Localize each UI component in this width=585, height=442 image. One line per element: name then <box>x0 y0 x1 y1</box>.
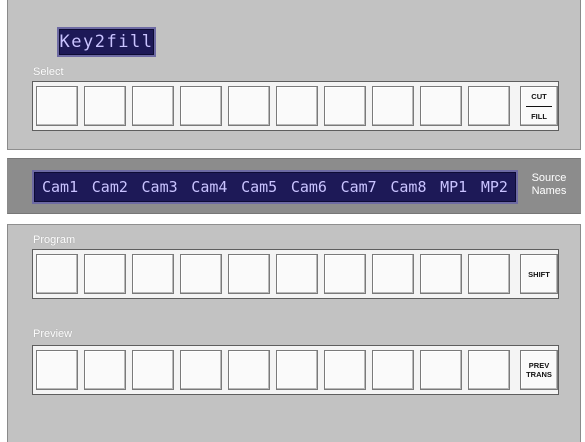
preview-button-6[interactable] <box>276 350 318 390</box>
select-button-9[interactable] <box>420 86 462 126</box>
select-button-4[interactable] <box>180 86 222 126</box>
cut-fill-divider <box>526 105 552 107</box>
select-button-10[interactable] <box>468 86 510 126</box>
program-button-8[interactable] <box>372 254 414 294</box>
shift-button[interactable]: SHIFT <box>520 254 558 294</box>
program-button-row: SHIFT <box>32 249 559 299</box>
select-button-6[interactable] <box>276 86 318 126</box>
shift-label: SHIFT <box>528 269 550 279</box>
program-button-10[interactable] <box>468 254 510 294</box>
cut-label: CUT <box>531 91 547 101</box>
source-name-4: Cam4 <box>191 178 228 196</box>
program-button-2[interactable] <box>84 254 126 294</box>
select-button-7[interactable] <box>324 86 366 126</box>
preview-button-4[interactable] <box>180 350 222 390</box>
preview-button-9[interactable] <box>420 350 462 390</box>
source-name-6: Cam6 <box>290 178 327 196</box>
select-button-row: CUT FILL <box>32 81 559 131</box>
program-button-7[interactable] <box>324 254 366 294</box>
program-button-6[interactable] <box>276 254 318 294</box>
preview-button-3[interactable] <box>132 350 174 390</box>
select-button-2[interactable] <box>84 86 126 126</box>
select-button-3[interactable] <box>132 86 174 126</box>
key-display: Key2fill <box>57 27 156 57</box>
select-button-1[interactable] <box>36 86 78 126</box>
select-button-5[interactable] <box>228 86 270 126</box>
preview-button-2[interactable] <box>84 350 126 390</box>
source-label-line2: Names <box>531 185 567 197</box>
preview-button-row: PREV TRANS <box>32 345 559 395</box>
preview-label: Preview <box>33 328 73 340</box>
preview-button-8[interactable] <box>372 350 414 390</box>
source-name-5: Cam5 <box>241 178 278 196</box>
source-name-9: MP1 <box>440 178 468 196</box>
program-button-9[interactable] <box>420 254 462 294</box>
source-name-2: Cam2 <box>91 178 128 196</box>
preview-button-5[interactable] <box>228 350 270 390</box>
source-names-display: Cam1 Cam2 Cam3 Cam4 Cam5 Cam6 Cam7 Cam8 … <box>32 170 518 204</box>
trans-label: TRANS <box>526 370 552 379</box>
fill-label: FILL <box>531 111 547 121</box>
cut-fill-button[interactable]: CUT FILL <box>520 86 558 126</box>
prev-trans-button[interactable]: PREV TRANS <box>520 350 558 390</box>
program-label: Program <box>33 234 76 246</box>
source-names-label: Source Names <box>523 172 575 198</box>
key-display-text: Key2fill <box>59 32 154 52</box>
program-button-4[interactable] <box>180 254 222 294</box>
program-button-5[interactable] <box>228 254 270 294</box>
preview-button-1[interactable] <box>36 350 78 390</box>
select-button-8[interactable] <box>372 86 414 126</box>
program-button-3[interactable] <box>132 254 174 294</box>
source-name-1: Cam1 <box>42 178 79 196</box>
program-button-1[interactable] <box>36 254 78 294</box>
source-name-7: Cam7 <box>340 178 377 196</box>
source-name-8: Cam8 <box>390 178 427 196</box>
preview-button-7[interactable] <box>324 350 366 390</box>
source-name-10: MP2 <box>480 178 508 196</box>
select-label: Select <box>33 66 64 78</box>
prev-label: PREV <box>528 361 550 370</box>
source-name-3: Cam3 <box>141 178 178 196</box>
preview-button-10[interactable] <box>468 350 510 390</box>
source-label-line1: Source <box>531 172 567 184</box>
